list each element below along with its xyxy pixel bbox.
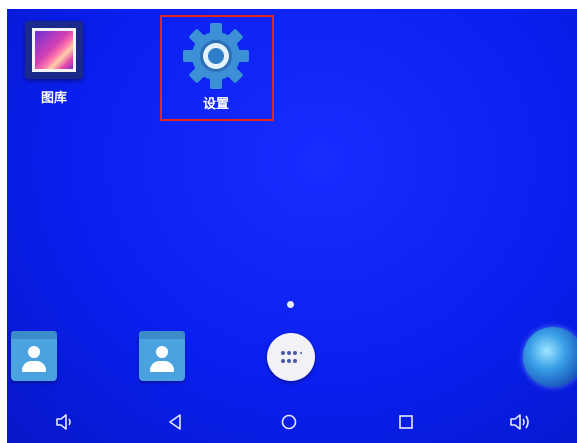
home-screen: 图库 设置 (7, 9, 577, 443)
dock-contacts-1[interactable] (11, 331, 57, 381)
dock-browser[interactable] (523, 327, 577, 387)
back-button[interactable] (161, 409, 189, 435)
app-drawer-icon (267, 333, 315, 381)
volume-up-button[interactable] (507, 409, 535, 435)
dock-contacts-2[interactable] (139, 331, 185, 381)
gallery-icon (25, 21, 83, 79)
home-button[interactable] (275, 409, 303, 435)
contacts-icon (139, 331, 185, 381)
page-indicator-dot (287, 301, 294, 308)
app-gallery-label: 图库 (40, 91, 67, 106)
recents-button[interactable] (392, 409, 420, 435)
recents-icon (399, 415, 413, 429)
back-icon (169, 414, 181, 430)
volume-up-icon (510, 414, 529, 430)
volume-down-icon (56, 414, 71, 430)
dock-app-drawer[interactable] (267, 333, 315, 381)
home-icon (281, 414, 297, 430)
highlight-box (160, 15, 274, 121)
contacts-icon (11, 331, 57, 381)
app-gallery[interactable]: 图库 (25, 21, 83, 106)
globe-icon (523, 327, 577, 387)
volume-down-button[interactable] (51, 409, 79, 435)
navigation-bar (7, 401, 577, 443)
